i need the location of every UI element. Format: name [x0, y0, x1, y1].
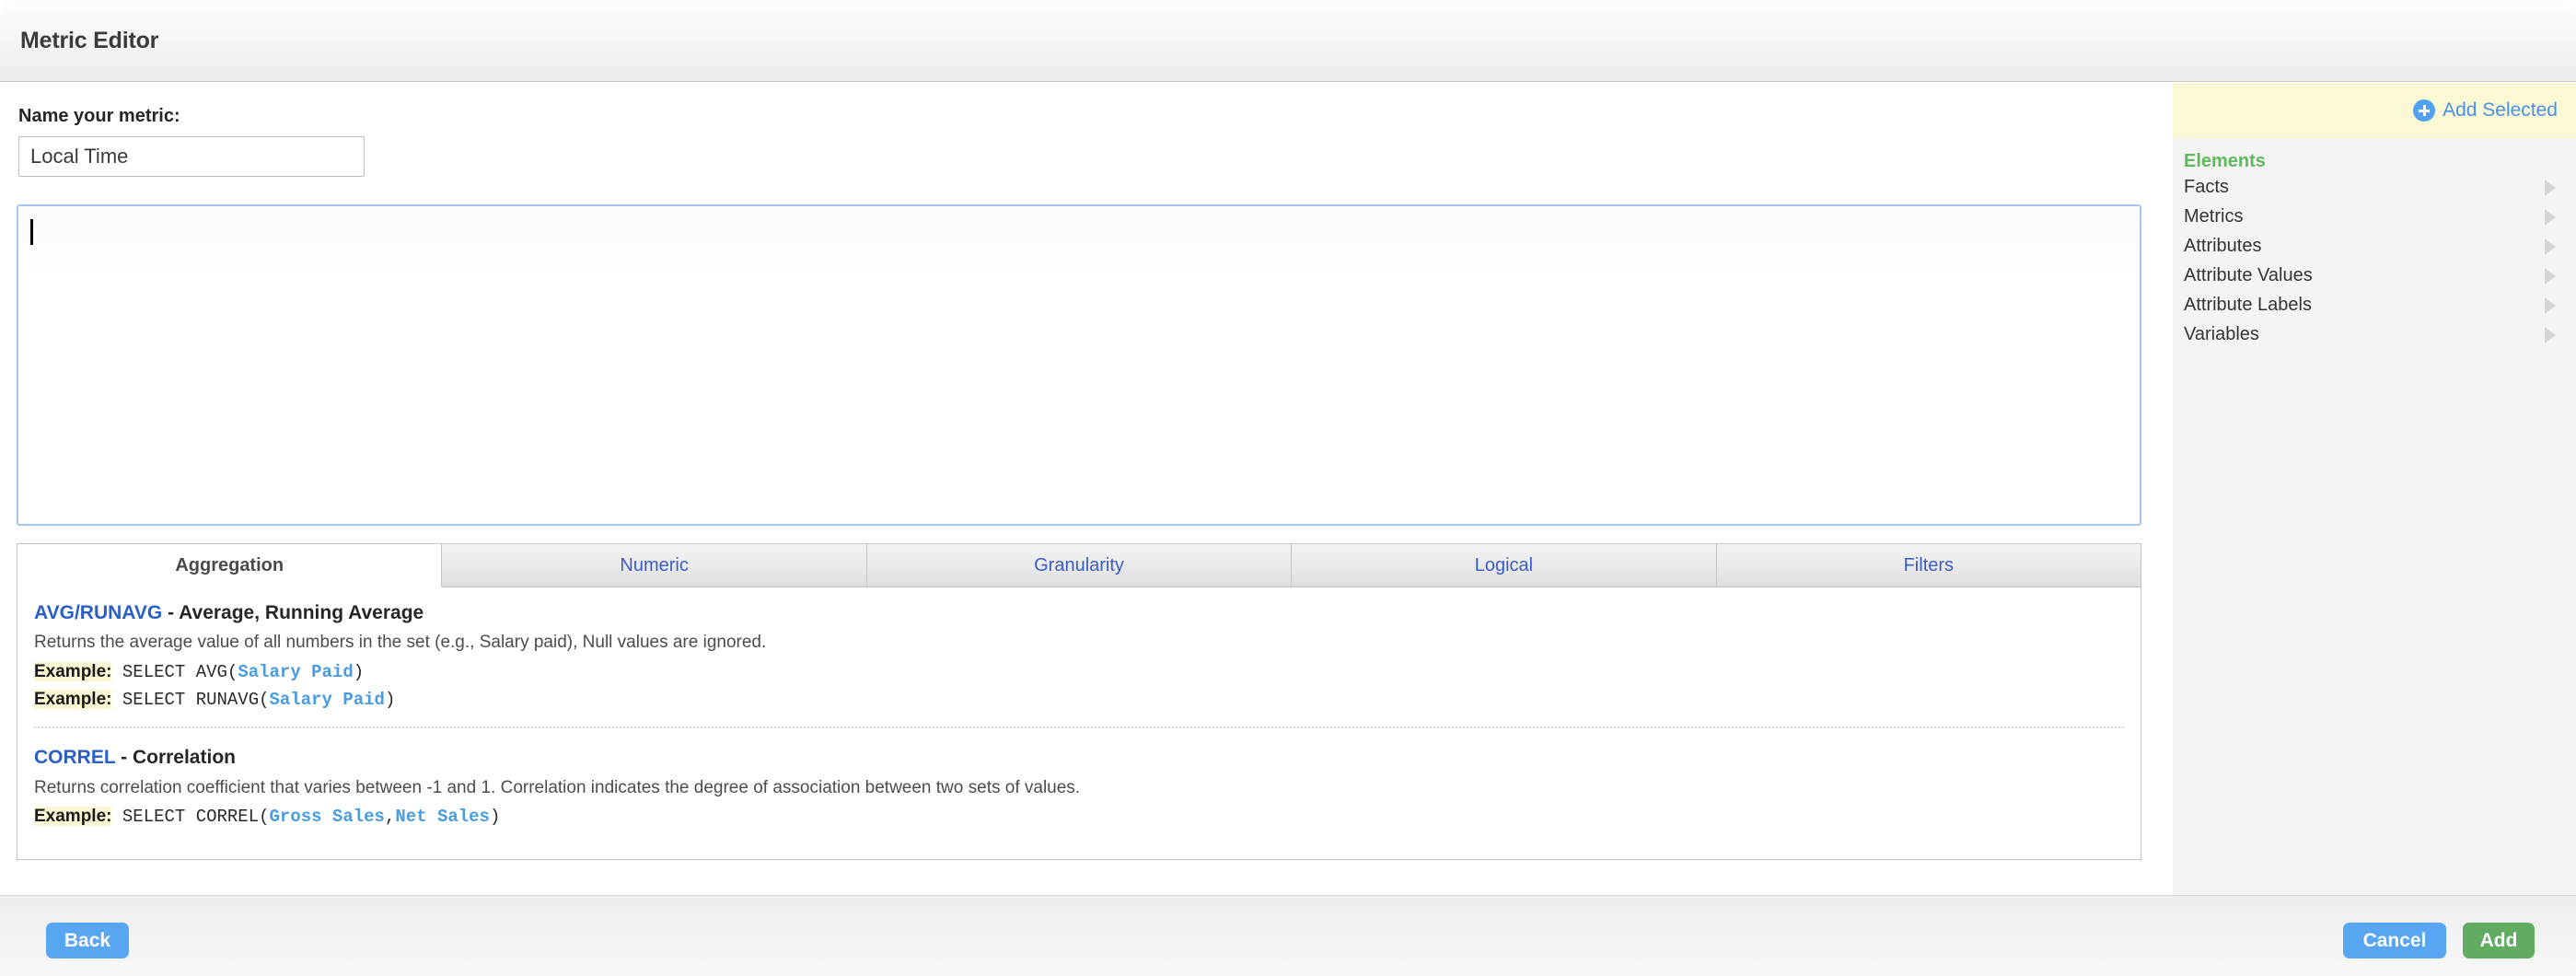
sidebar-item-attribute-values[interactable]: Attribute Values — [2173, 264, 2576, 285]
sidebar-item-variables[interactable]: Variables — [2173, 323, 2576, 344]
example-code-prefix: SELECT RUNAVG( — [111, 689, 270, 710]
sidebar-section-title: Elements — [2184, 151, 2266, 171]
function-title: CORREL - Correlation — [34, 745, 2124, 770]
dialog-footer: Back Cancel Add — [0, 895, 2576, 976]
function-name[interactable]: CORREL — [34, 747, 115, 768]
elements-sidebar: Add Selected Elements Facts Metrics Attr… — [2173, 83, 2576, 895]
sidebar-item-label: Attribute Values — [2184, 264, 2313, 285]
example-argument: Salary Paid — [269, 689, 385, 710]
example-code-suffix: ) — [489, 807, 501, 828]
sidebar-item-label: Metrics — [2184, 205, 2244, 227]
sidebar-item-facts[interactable]: Facts — [2173, 176, 2576, 197]
formula-editor[interactable] — [17, 204, 2141, 526]
function-divider — [34, 726, 2124, 729]
function-description: Returns correlation coefficient that var… — [34, 777, 1081, 797]
sidebar-header: Add Selected — [2173, 83, 2576, 138]
example-code-suffix: ) — [353, 661, 365, 682]
metric-name-input[interactable] — [18, 136, 365, 177]
function-list: AVG/RUNAVG - Average, Running Average Re… — [17, 587, 2141, 859]
function-title-suffix: - Correlation — [115, 747, 236, 769]
sidebar-item-label: Attribute Labels — [2184, 294, 2312, 315]
example-argument: Salary Paid — [238, 661, 354, 682]
function-reference-panel: Aggregation Numeric Granularity Logical … — [17, 543, 2141, 860]
sidebar-item-label: Variables — [2184, 323, 2259, 344]
sidebar-item-attributes[interactable]: Attributes — [2173, 235, 2576, 256]
tab-numeric[interactable]: Numeric — [442, 544, 867, 587]
chevron-right-icon — [2545, 327, 2556, 343]
function-example: Example: SELECT AVG(Salary Paid) — [34, 660, 2124, 685]
example-argument: Gross Sales — [269, 807, 385, 828]
window-header: Metric Editor — [0, 0, 2576, 82]
sidebar-item-label: Facts — [2184, 176, 2229, 197]
add-selected-button[interactable]: Add Selected — [2413, 99, 2558, 122]
example-argument-2: Net Sales — [395, 807, 490, 828]
page-title: Metric Editor — [20, 28, 159, 53]
function-description: Returns the average value of all numbers… — [34, 633, 767, 653]
sidebar-item-attribute-labels[interactable]: Attribute Labels — [2173, 294, 2576, 315]
metric-name-label: Name your metric: — [18, 106, 180, 126]
example-label: Example: — [34, 661, 112, 681]
back-button[interactable]: Back — [46, 923, 129, 959]
example-label: Example: — [34, 689, 112, 709]
function-name-alt[interactable]: RUNAVG — [80, 602, 162, 623]
example-label: Example: — [34, 807, 112, 827]
plus-circle-icon — [2413, 99, 2436, 122]
sidebar-item-label: Attributes — [2184, 235, 2262, 256]
function-entry: AVG/RUNAVG - Average, Running Average Re… — [34, 600, 2124, 712]
sidebar-item-metrics[interactable]: Metrics — [2173, 205, 2576, 227]
chevron-right-icon — [2545, 180, 2556, 196]
function-example: Example: SELECT CORREL(Gross Sales,Net S… — [34, 805, 2124, 830]
function-title: AVG/RUNAVG - Average, Running Average — [34, 600, 2124, 625]
sidebar-item-list: Facts Metrics Attributes Attribute Value… — [2173, 176, 2576, 344]
text-caret — [30, 219, 33, 245]
function-title-suffix: - Average, Running Average — [162, 602, 424, 623]
chevron-right-icon — [2545, 297, 2556, 314]
add-button[interactable]: Add — [2463, 923, 2535, 959]
editor-main-column: Name your metric: Aggregation Numeric Gr… — [0, 83, 2173, 895]
chevron-right-icon — [2545, 268, 2556, 285]
tab-granularity[interactable]: Granularity — [866, 544, 1293, 587]
function-category-tabs: Aggregation Numeric Granularity Logical … — [17, 544, 2141, 587]
function-name[interactable]: AVG — [34, 602, 75, 623]
tab-filters[interactable]: Filters — [1716, 544, 2141, 587]
add-selected-label: Add Selected — [2443, 99, 2558, 121]
example-code-suffix: ) — [384, 689, 396, 710]
example-arg-separator: , — [384, 807, 396, 828]
example-code-prefix: SELECT AVG( — [111, 661, 238, 682]
example-code-prefix: SELECT CORREL( — [111, 807, 270, 828]
function-example: Example: SELECT RUNAVG(Salary Paid) — [34, 688, 2124, 713]
chevron-right-icon — [2545, 209, 2556, 226]
cancel-button[interactable]: Cancel — [2343, 923, 2446, 959]
function-entry: CORREL - Correlation Returns correlation… — [34, 745, 2124, 830]
tab-aggregation[interactable]: Aggregation — [17, 544, 443, 587]
tab-logical[interactable]: Logical — [1292, 544, 1717, 587]
chevron-right-icon — [2545, 238, 2556, 255]
